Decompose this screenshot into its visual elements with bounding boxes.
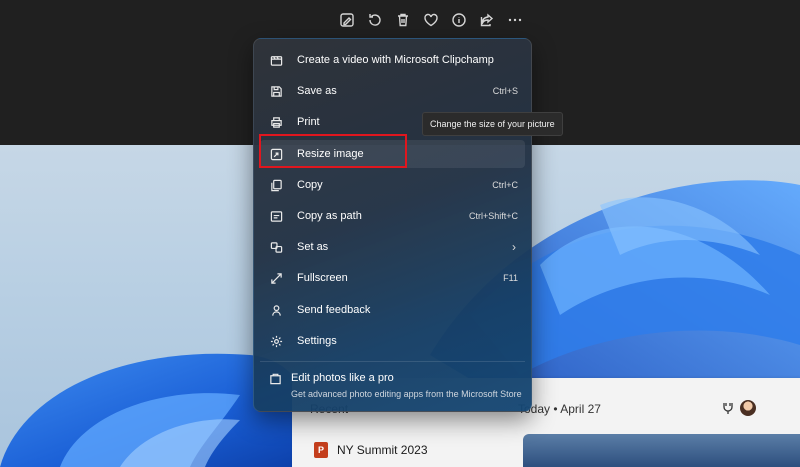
share-button[interactable] xyxy=(473,8,501,32)
feedback-icon xyxy=(269,303,283,317)
menu-item-shortcut: Ctrl+C xyxy=(492,180,518,190)
menu-item-label: Create a video with Microsoft Clipchamp xyxy=(297,54,494,66)
menu-item-create-video[interactable]: Create a video with Microsoft Clipchamp xyxy=(260,46,525,74)
info-icon xyxy=(452,13,466,27)
share-icon xyxy=(480,13,494,27)
menu-item-shortcut: F11 xyxy=(503,273,518,283)
menu-item-label: Copy xyxy=(297,179,323,191)
menu-divider xyxy=(260,361,525,362)
recent-file-name: NY Summit 2023 xyxy=(337,443,428,457)
favorite-icon xyxy=(424,13,438,27)
menu-item-shortcut: Ctrl+Shift+C xyxy=(468,211,518,221)
menu-item-send-feedback[interactable]: Send feedback xyxy=(260,296,525,324)
more-icon xyxy=(508,18,522,22)
powerpoint-icon: P xyxy=(314,442,328,458)
menu-item-label: Resize image xyxy=(297,148,364,160)
set-as-icon xyxy=(269,240,283,254)
chevron-right-icon: › xyxy=(512,240,516,254)
menu-item-copy-as-path[interactable]: Copy as path Ctrl+Shift+C xyxy=(260,202,525,230)
menu-item-label: Edit photos like a pro xyxy=(291,372,394,384)
store-icon xyxy=(269,372,283,386)
rotate-button[interactable] xyxy=(361,8,389,32)
menu-item-copy[interactable]: Copy Ctrl+C xyxy=(260,171,525,199)
delete-icon xyxy=(398,13,408,27)
tooltip: Change the size of your picture xyxy=(422,112,563,136)
delete-button[interactable] xyxy=(389,8,417,32)
menu-item-settings[interactable]: Settings xyxy=(260,327,525,355)
menu-item-shortcut: Ctrl+S xyxy=(492,86,518,96)
copy-icon xyxy=(269,178,283,192)
menu-item-save-as[interactable]: Save as Ctrl+S xyxy=(260,77,525,105)
more-button[interactable] xyxy=(501,8,529,32)
print-icon xyxy=(269,115,283,129)
resize-icon xyxy=(269,147,283,161)
info-button[interactable] xyxy=(445,8,473,32)
copy-path-icon xyxy=(269,209,283,223)
photo-thumbnail[interactable] xyxy=(523,434,800,467)
fullscreen-icon xyxy=(269,271,283,285)
people-icon[interactable] xyxy=(720,400,736,416)
recent-file-item[interactable]: P NY Summit 2023 xyxy=(314,442,428,458)
menu-item-label: Copy as path xyxy=(297,210,362,222)
clipchamp-icon xyxy=(269,53,283,67)
menu-item-fullscreen[interactable]: Fullscreen F11 xyxy=(260,264,525,292)
menu-item-resize-image[interactable]: Resize image xyxy=(260,140,525,168)
menu-item-label: Fullscreen xyxy=(297,272,348,284)
settings-icon xyxy=(269,334,283,348)
rotate-icon xyxy=(369,14,381,26)
more-options-menu: Create a video with Microsoft Clipchamp … xyxy=(253,38,532,412)
menu-item-label: Settings xyxy=(297,335,337,347)
menu-item-label: Send feedback xyxy=(297,304,371,316)
edit-image-button[interactable] xyxy=(333,8,361,32)
menu-item-edit-like-pro[interactable]: Edit photos like a pro Get advanced phot… xyxy=(260,369,525,405)
edit-image-icon xyxy=(340,13,354,27)
menu-item-label: Set as xyxy=(297,241,329,253)
save-icon xyxy=(269,84,283,98)
avatar[interactable] xyxy=(740,400,756,416)
menu-item-label: Save as xyxy=(297,85,337,97)
image-toolbar xyxy=(333,8,529,32)
favorite-button[interactable] xyxy=(417,8,445,32)
menu-item-set-as[interactable]: Set as › xyxy=(260,233,525,261)
menu-item-description: Get advanced photo editing apps from the… xyxy=(291,389,522,399)
